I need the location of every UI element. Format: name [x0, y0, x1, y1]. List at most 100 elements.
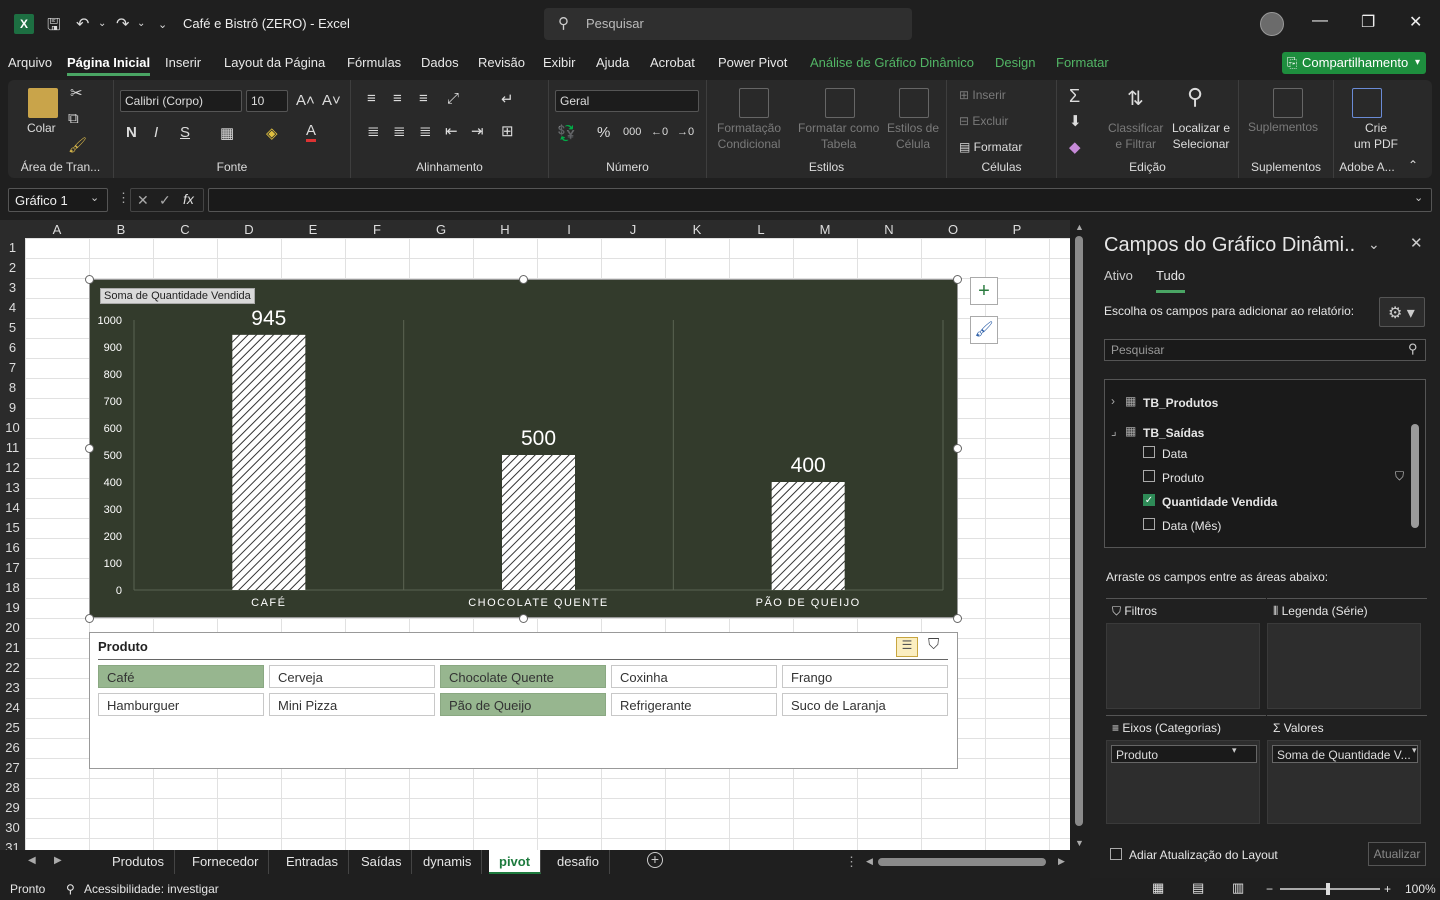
align-bottom-icon[interactable]: ≡ [419, 90, 428, 107]
align-left-icon[interactable]: ≣ [367, 122, 380, 140]
slicer-item[interactable]: Chocolate Quente [440, 665, 606, 688]
sheet-tab[interactable]: dynamis [413, 850, 483, 874]
orientation-icon[interactable]: ⤢ [447, 90, 459, 107]
format-cells-button[interactable]: ▤ Formatar [959, 140, 1022, 154]
tab-acrobat[interactable]: Acrobat [650, 55, 695, 70]
sort-filter-icon[interactable]: ⇅ [1127, 86, 1144, 111]
field-checkbox[interactable] [1143, 470, 1155, 482]
slicer-item[interactable]: Suco de Laranja [782, 693, 948, 716]
zoom-slider-thumb[interactable] [1326, 883, 1330, 895]
row-header[interactable]: 9 [0, 400, 25, 415]
underline-button[interactable]: S [180, 124, 190, 141]
insert-cells-button[interactable]: ⊞ Inserir [959, 88, 1006, 102]
customize-toolbar-icon[interactable]: ⌄ [158, 18, 167, 31]
borders-icon[interactable]: ▦ [220, 124, 234, 142]
tab-tudo[interactable]: Tudo [1156, 268, 1186, 293]
tab-analise-grafico[interactable]: Análise de Gráfico Dinâmico [810, 55, 974, 70]
row-header[interactable]: 10 [0, 420, 25, 435]
values-drop-zone[interactable]: Soma de Quantidade V... [1267, 740, 1421, 824]
row-header[interactable]: 17 [0, 560, 25, 575]
increase-indent-icon[interactable]: ⇥ [471, 122, 484, 140]
align-top-icon[interactable]: ≡ [367, 90, 376, 107]
create-pdf-label[interactable]: Crie um PDF [1354, 120, 1398, 152]
multi-select-icon[interactable]: ☰ [896, 637, 918, 657]
sheet-tab[interactable]: Entradas [276, 850, 350, 874]
zoom-level[interactable]: 100% [1405, 882, 1436, 896]
bold-button[interactable]: N [126, 124, 137, 141]
tab-design[interactable]: Design [995, 55, 1035, 70]
decrease-decimal-icon[interactable]: →0 [677, 126, 694, 138]
row-header[interactable]: 4 [0, 300, 25, 315]
merge-center-icon[interactable]: ⊞ [501, 122, 514, 140]
column-header[interactable]: K [665, 222, 729, 237]
zoom-slider[interactable] [1280, 888, 1380, 890]
expand-formula-icon[interactable]: ⌄ [1414, 191, 1423, 204]
series-field-button[interactable]: Soma de Quantidade Vendida [100, 288, 255, 304]
column-header[interactable]: N [857, 222, 921, 237]
tab-inserir[interactable]: Inserir [165, 55, 201, 70]
row-header[interactable]: 18 [0, 580, 25, 595]
paste-icon[interactable] [28, 88, 58, 118]
redo-icon[interactable]: ↷ [116, 14, 129, 34]
add-sheet-button[interactable]: + [647, 852, 663, 868]
tab-formatar[interactable]: Formatar [1056, 55, 1109, 70]
table-produtos[interactable]: TB_Produtos [1143, 396, 1218, 410]
thousands-icon[interactable]: 000 [623, 126, 641, 138]
slicer-item[interactable]: Refrigerante [611, 693, 777, 716]
field-label[interactable]: Data [1162, 447, 1187, 461]
conditional-format-icon[interactable] [739, 88, 769, 118]
row-header[interactable]: 26 [0, 740, 25, 755]
column-header[interactable]: G [409, 222, 473, 237]
row-header[interactable]: 14 [0, 500, 25, 515]
grow-font-icon[interactable]: A˄ [296, 92, 315, 109]
field-checkbox[interactable] [1143, 446, 1155, 458]
zoom-in-icon[interactable]: + [1384, 882, 1391, 896]
tab-layout[interactable]: Layout da Página [224, 55, 325, 70]
cell-styles-label[interactable]: Estilos de Célula [887, 120, 939, 152]
undo-dropdown-icon[interactable]: ⌄ [98, 18, 106, 29]
format-as-table-label[interactable]: Formatar como Tabela [798, 120, 879, 152]
gear-icon[interactable]: ⚙ ▾ [1379, 297, 1425, 327]
column-header[interactable]: A [25, 222, 89, 237]
formula-input[interactable] [208, 188, 1432, 212]
column-header[interactable]: I [537, 222, 601, 237]
page-layout-icon[interactable]: ▤ [1192, 880, 1204, 896]
filter-icon[interactable]: ⛉ [1395, 469, 1404, 484]
tab-ajuda[interactable]: Ajuda [596, 55, 629, 70]
column-header[interactable]: D [217, 222, 281, 237]
row-header[interactable]: 29 [0, 800, 25, 815]
column-header[interactable]: F [345, 222, 409, 237]
column-header[interactable]: L [729, 222, 793, 237]
share-button[interactable]: Compartilhamento ⎘ ▾ [1282, 52, 1426, 74]
sheet-tab[interactable]: Saídas [351, 850, 413, 874]
chevron-down-icon[interactable]: ▾ [1412, 745, 1417, 756]
sheet-tab[interactable]: desafio [547, 850, 610, 874]
increase-decimal-icon[interactable]: ←0 [651, 126, 668, 138]
number-format-select[interactable]: Geral [555, 90, 699, 112]
row-header[interactable]: 8 [0, 380, 25, 395]
field-label[interactable]: Quantidade Vendida [1162, 495, 1277, 509]
resize-handle[interactable] [85, 275, 94, 284]
row-header[interactable]: 5 [0, 320, 25, 335]
prev-sheet-icon[interactable]: ◀ [28, 855, 36, 866]
row-header[interactable]: 12 [0, 460, 25, 475]
row-header[interactable]: 22 [0, 660, 25, 675]
redo-dropdown-icon[interactable]: ⌄ [137, 18, 145, 29]
italic-button[interactable]: I [154, 124, 158, 141]
close-icon[interactable]: ✕ [1410, 234, 1423, 252]
accessibility-status[interactable]: Acessibilidade: investigar [84, 882, 219, 896]
normal-view-icon[interactable]: ▦ [1152, 880, 1164, 896]
addins-label[interactable]: Suplementos [1248, 120, 1318, 134]
slicer-item[interactable]: Coxinha [611, 665, 777, 688]
field-list-scroll-thumb[interactable] [1411, 424, 1419, 528]
tab-arquivo[interactable]: Arquivo [8, 55, 52, 70]
values-field-soma[interactable]: Soma de Quantidade V... [1272, 745, 1418, 763]
clear-icon[interactable]: ◆ [1069, 138, 1081, 156]
column-header[interactable]: O [921, 222, 985, 237]
field-label[interactable]: Produto [1162, 471, 1204, 485]
resize-handle[interactable] [953, 444, 962, 453]
chevron-down-icon[interactable]: ⌄ [1368, 236, 1380, 253]
scroll-right-icon[interactable]: ▶ [1058, 856, 1065, 867]
table-saidas[interactable]: TB_Saídas [1143, 426, 1204, 440]
currency-icon[interactable]: 💱 [557, 124, 576, 142]
